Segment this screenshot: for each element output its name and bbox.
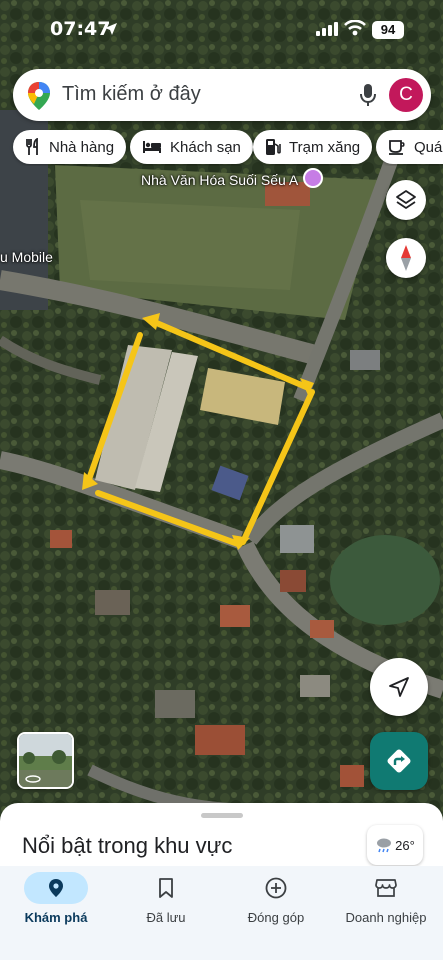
community-center-icon[interactable] [303,168,323,188]
temperature: 26° [395,837,415,853]
business-icon [375,879,397,897]
chip-label: Khách sạn [170,138,241,156]
my-location-button[interactable] [370,658,428,716]
battery-indicator: 94 [372,21,404,39]
status-time: 07:47 [50,18,111,40]
chip-restaurants[interactable]: Nhà hàng [13,130,127,164]
compass-button[interactable] [386,238,426,278]
cellular-signal-icon [316,22,338,36]
search-bar[interactable]: Tìm kiếm ở đây C [13,69,431,121]
chip-hotels[interactable]: Khách sạn [130,130,253,164]
map-label-store[interactable]: u Mobile [0,249,53,265]
cafe-icon [389,140,405,155]
nav-business[interactable]: Doanh nghiệp [331,872,441,932]
directions-button[interactable] [370,732,428,790]
restaurant-icon [26,138,38,155]
bottom-navigation: Khám phá Đã lưu Đóng góp Doanh nghiệp [0,866,443,960]
microphone-icon[interactable] [359,83,377,107]
navigation-arrow-icon [389,677,409,697]
nav-icon-pill [354,872,418,904]
street-view-preview [19,734,72,787]
nav-label: Đóng góp [247,910,305,925]
drag-handle[interactable] [201,813,243,818]
explore-pin-icon [49,879,63,897]
nav-icon-pill [24,872,88,904]
layers-button[interactable] [386,180,426,220]
explore-bottom-sheet[interactable]: Nổi bật trong khu vực 26° [0,803,443,873]
hotel-icon [143,141,161,153]
directions-icon [387,749,411,773]
map-label-poi[interactable]: Nhà Văn Hóa Suối Sếu A [141,172,298,188]
nav-explore[interactable]: Khám phá [1,872,111,932]
google-maps-pin-icon [28,82,50,110]
status-bar: 07:47 94 [0,0,443,60]
location-arrow-icon [105,23,117,35]
add-circle-icon [265,877,287,899]
wifi-icon [344,20,366,36]
account-avatar[interactable]: C [389,78,423,112]
chip-cafes[interactable]: Quán [376,130,443,164]
nav-saved[interactable]: Đã lưu [111,872,221,932]
chip-label: Nhà hàng [49,138,115,156]
nav-icon-pill [134,872,198,904]
nav-icon-pill [244,872,308,904]
nav-label: Khám phá [24,910,88,925]
nav-contribute[interactable]: Đóng góp [221,872,331,932]
chip-label: Quán [414,138,443,156]
street-view-thumbnail[interactable] [17,732,74,789]
chip-gas-stations[interactable]: Trạm xăng [253,130,373,164]
chip-label: Trạm xăng [289,138,361,156]
nav-label: Đã lưu [146,910,186,925]
search-input[interactable]: Tìm kiếm ở đây [62,83,201,106]
layers-icon [396,190,416,209]
compass-icon [401,245,411,271]
nav-label: Doanh nghiệp [345,910,427,925]
cloud-rain-icon [377,838,392,853]
sheet-title: Nổi bật trong khu vực [22,833,233,858]
weather-badge[interactable]: 26° [367,825,423,865]
gas-station-icon [266,139,281,155]
bookmark-icon [159,878,173,898]
category-chips: Nhà hàng Khách sạn Trạm xăng Quán [0,130,443,166]
